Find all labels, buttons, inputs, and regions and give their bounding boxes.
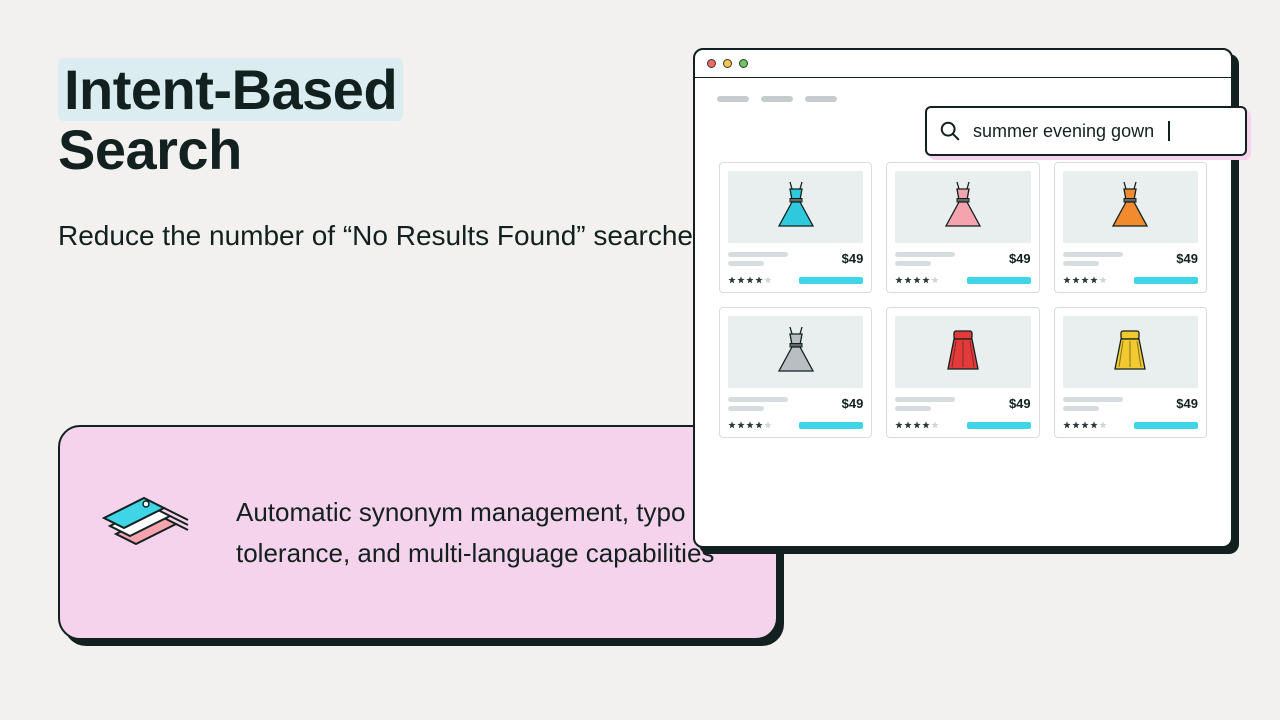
rating-stars [728,276,772,284]
browser-mockup: summer evening gown $49 $49 [693,48,1233,548]
rating-stars [895,276,939,284]
placeholder-lines [895,252,955,266]
product-image [895,171,1030,243]
product-card[interactable]: $49 [886,307,1039,438]
progress-bar [967,422,1031,429]
progress-bar [799,422,863,429]
search-icon [939,120,961,142]
product-price: $49 [1176,396,1198,411]
headline-highlight: Intent-Based [58,58,403,121]
placeholder-lines [895,397,955,411]
product-grid: $49 $49 [695,118,1231,438]
placeholder-lines [1063,252,1123,266]
placeholder-lines [728,397,788,411]
product-price: $49 [842,396,864,411]
progress-bar [799,277,863,284]
product-price: $49 [842,251,864,266]
product-image [1063,171,1198,243]
product-price: $49 [1176,251,1198,266]
product-image [1063,316,1198,388]
layers-icon [100,488,200,578]
product-card[interactable]: $49 [719,162,872,293]
product-price: $49 [1009,251,1031,266]
placeholder-dash [805,96,837,102]
rating-stars [895,421,939,429]
product-card[interactable]: $49 [1054,307,1207,438]
placeholder-lines [1063,397,1123,411]
product-card[interactable]: $49 [1054,162,1207,293]
search-query: summer evening gown [973,121,1154,142]
window-min-dot [723,59,732,68]
callout-text: Automatic synonym management, typo toler… [236,492,736,573]
product-image [728,316,863,388]
headline-rest: Search [58,118,242,181]
progress-bar [1134,277,1198,284]
placeholder-dash [717,96,749,102]
window-close-dot [707,59,716,68]
window-max-dot [739,59,748,68]
progress-bar [967,277,1031,284]
page-subtitle: Reduce the number of “No Results Found” … [58,215,707,257]
progress-bar [1134,422,1198,429]
page-title: Intent-Based Search [58,60,403,181]
product-card[interactable]: $49 [719,307,872,438]
feature-callout: Automatic synonym management, typo toler… [58,425,778,640]
placeholder-lines [728,252,788,266]
product-card[interactable]: $49 [886,162,1039,293]
rating-stars [1063,276,1107,284]
product-price: $49 [1009,396,1031,411]
rating-stars [1063,421,1107,429]
placeholder-dash [761,96,793,102]
product-image [728,171,863,243]
search-input[interactable]: summer evening gown [925,106,1247,156]
window-controls [695,50,1231,78]
product-image [895,316,1030,388]
rating-stars [728,421,772,429]
text-cursor [1168,121,1170,141]
